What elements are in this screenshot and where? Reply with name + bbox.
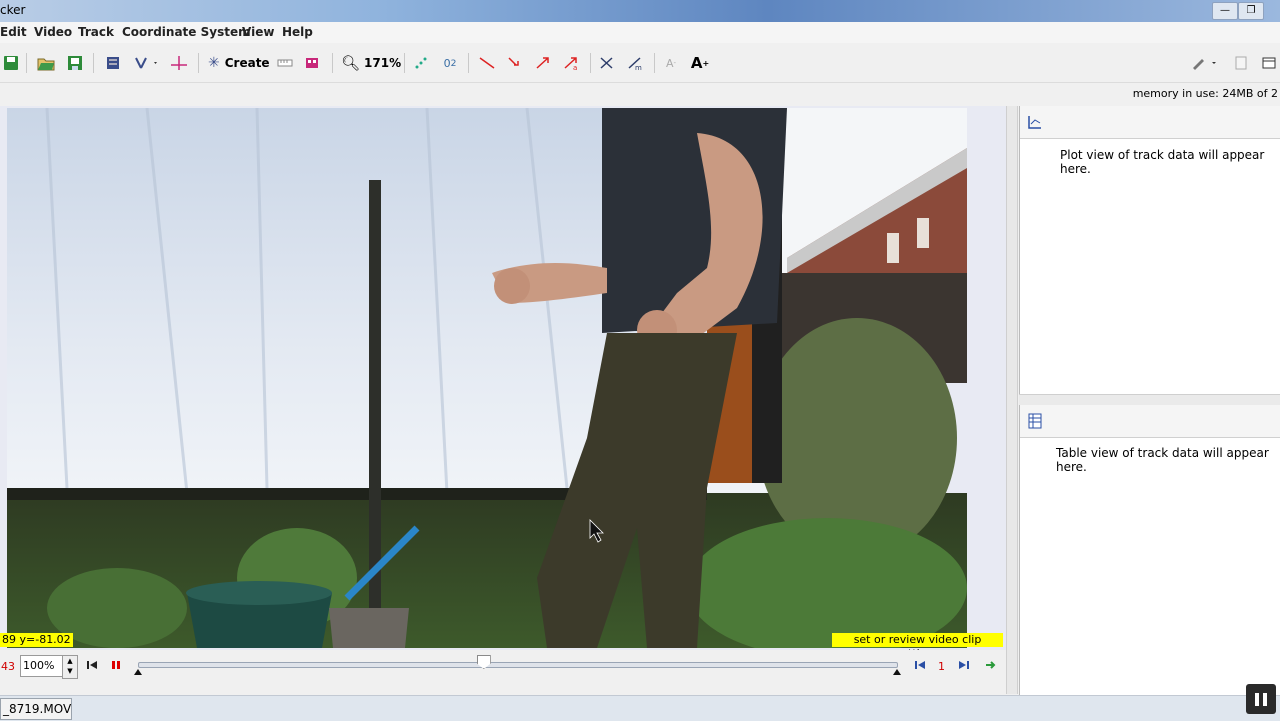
magnifier-icon: 🔍︎ [341,54,361,72]
toolbar: ✳ Create 🔍︎ 171% 02 a m A- A + [0,43,1280,83]
position-icon[interactable] [506,53,524,73]
acceleration-icon[interactable]: a [562,53,580,73]
zoom-spinner[interactable]: ▲ ▼ [62,655,78,679]
clip-settings-button[interactable]: set or review video clip settings [832,633,1003,660]
rewind-icon[interactable] [86,658,98,672]
video-slider-track[interactable] [138,662,898,668]
calibration-tools-icon[interactable] [132,53,160,73]
axes-icon[interactable] [170,53,188,73]
create-button[interactable]: ✳ Create [208,53,270,73]
maximize-button[interactable]: ❐ [1238,2,1264,20]
toolbar-separator [404,53,405,73]
start-marker-icon[interactable] [133,668,143,676]
plot-icon[interactable] [1026,114,1044,130]
menu-edit[interactable]: Edit [0,25,27,39]
end-marker-icon[interactable] [892,668,902,676]
svg-text:m: m [635,64,642,71]
star-icon: ✳ [208,55,220,71]
save-as-icon[interactable] [66,53,84,73]
toolbar-separator [332,53,333,73]
frame-number: 43 [1,660,15,673]
status-bar: memory in use: 24MB of 2 [0,83,1280,105]
zoom-field[interactable]: 100% [20,655,66,677]
toolbar-separator [590,53,591,73]
pause-icon[interactable] [110,658,122,672]
menu-coordinate-system[interactable]: Coordinate System [122,25,251,39]
menu-bar: Edit Video Track Coordinate System View … [0,22,1280,43]
vector-sum-icon[interactable] [598,53,616,73]
table-placeholder-text: Table view of track data will appear her… [1056,446,1269,474]
toolbar-separator [654,53,655,73]
title-bar: cker — ❐ [0,0,1280,22]
font-larger-icon[interactable]: A + [690,53,710,73]
font-smaller-icon[interactable]: A- [662,53,680,73]
menu-track[interactable]: Track [78,25,114,39]
step-forward-icon[interactable] [958,658,970,672]
track-control-icon[interactable] [304,53,322,73]
video-frame[interactable] [7,108,967,648]
save-icon[interactable] [2,53,20,73]
recording-pause-button[interactable] [1246,684,1276,714]
toolbar-separator [198,53,199,73]
video-file-tab[interactable]: _8719.MOV [0,698,72,720]
plot-panel: Plot view of track data will appear here… [1019,106,1280,394]
notes-icon[interactable] [1232,53,1250,73]
menu-help[interactable]: Help [282,25,313,39]
open-folder-icon[interactable] [37,53,55,73]
step-back-icon[interactable] [914,658,926,672]
table-panel: Table view of track data will appear her… [1019,405,1280,695]
vertical-splitter[interactable] [1006,106,1018,694]
plot-placeholder-text: Plot view of track data will appear here… [1060,148,1265,176]
minimize-button[interactable]: — [1212,2,1238,20]
line-icon[interactable] [478,53,496,73]
toolbar-separator [26,53,27,73]
taskbar: _8719.MOV [0,684,1280,721]
toolbar-separator [468,53,469,73]
create-label: Create [224,56,270,70]
plot-header [1020,106,1280,139]
menu-video[interactable]: Video [34,25,72,39]
table-icon[interactable] [1026,413,1044,429]
zoom-label: 171% [364,56,402,70]
labels-icon[interactable]: 02 [440,53,460,73]
velocity-icon[interactable] [534,53,552,73]
coordinate-readout: 89 y=-81.02 [0,633,73,647]
clip-settings-icon[interactable] [104,53,122,73]
tape-measure-icon[interactable] [276,53,294,73]
sidebar-toggle-icon[interactable] [1260,53,1278,73]
table-header [1020,405,1280,438]
pencil-icon[interactable] [1190,53,1220,73]
mass-vector-icon[interactable]: m [626,53,644,73]
svg-text:a: a [573,64,577,71]
window-title: cker [0,3,26,17]
zoom-button[interactable]: 🔍︎ 171% [341,53,401,73]
pause-bar-icon [1263,693,1267,706]
memory-indicator: memory in use: 24MB of 2 [1132,87,1278,100]
toolbar-separator [93,53,94,73]
pause-bar-icon [1255,693,1259,706]
step-size[interactable]: 1 [938,660,945,673]
player-bar: 43 100% ▲ ▼ 1 [0,650,1010,690]
video-panel[interactable]: 89 y=-81.02 set or review video clip set… [0,106,1006,660]
loop-icon[interactable] [984,658,998,672]
trails-icon[interactable] [412,53,430,73]
menu-view[interactable]: View [242,25,274,39]
